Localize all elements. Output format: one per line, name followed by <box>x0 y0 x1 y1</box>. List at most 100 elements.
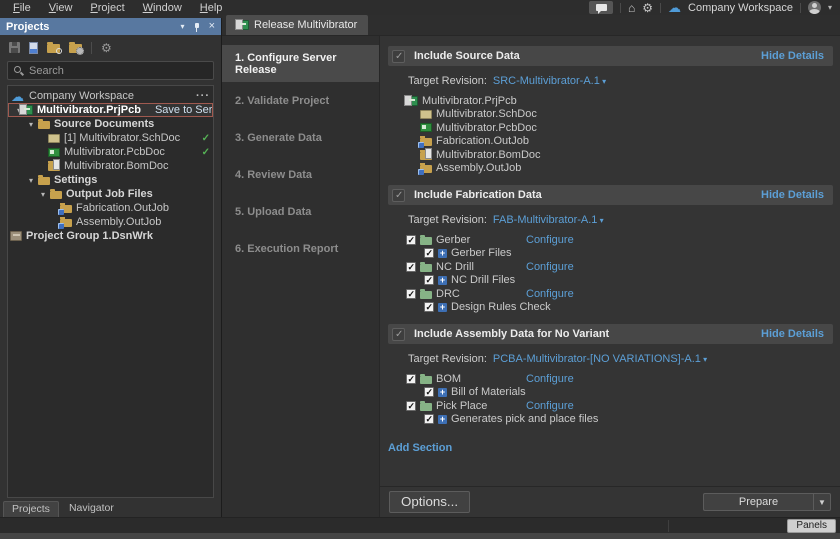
checkbox[interactable] <box>424 302 434 312</box>
chevron-down-icon[interactable]: ▾ <box>597 216 603 225</box>
configure-link[interactable]: Configure <box>526 234 574 246</box>
menu-view[interactable]: View <box>40 1 82 15</box>
tree-item[interactable]: ☁Company Workspace··· <box>8 89 213 103</box>
tree-item[interactable]: ▾Settings <box>8 173 213 187</box>
expander-icon[interactable]: ▾ <box>29 120 38 129</box>
chevron-down-icon[interactable]: ▾ <box>701 355 707 364</box>
output-row[interactable]: GerberConfigure <box>380 233 840 247</box>
output-row[interactable]: Gerber Files <box>380 247 840 261</box>
folder-search-icon[interactable] <box>47 44 60 53</box>
wizard-step[interactable]: 4. Review Data <box>222 156 379 193</box>
checkbox[interactable] <box>424 275 434 285</box>
output-row[interactable]: NC DrillConfigure <box>380 260 840 274</box>
output-row[interactable]: Generates pick and place files <box>380 413 840 427</box>
wizard-step[interactable]: 2. Validate Project <box>222 82 379 119</box>
output-row[interactable]: NC Drill Files <box>380 274 840 288</box>
panel-tab-navigator[interactable]: Navigator <box>61 501 122 516</box>
pin-icon[interactable] <box>193 22 201 32</box>
options-button[interactable]: Options... <box>389 491 470 513</box>
comments-button[interactable] <box>589 1 613 14</box>
output-row[interactable]: Pick PlaceConfigure <box>380 399 840 413</box>
panel-menu-icon[interactable]: ▾ <box>181 22 185 31</box>
tree-item[interactable]: [1] Multivibrator.SchDoc✓ <box>8 131 213 145</box>
source-file-row[interactable]: Fabrication.OutJob <box>380 135 840 149</box>
tree-item[interactable]: ▾Multivibrator.PrjPcbSave to Server <box>8 103 213 117</box>
avatar[interactable] <box>808 1 821 14</box>
save-to-server-label[interactable]: Save to Server <box>155 104 214 116</box>
open-document-icon[interactable] <box>29 42 38 54</box>
gear-icon[interactable]: ⚙ <box>642 2 653 14</box>
add-section-link[interactable]: Add Section <box>388 442 452 454</box>
expander-icon[interactable]: ▾ <box>41 190 50 199</box>
menu-help[interactable]: Help <box>191 1 232 15</box>
wizard-step[interactable]: 3. Generate Data <box>222 119 379 156</box>
checkbox[interactable] <box>424 248 434 258</box>
wizard-step[interactable]: 6. Execution Report <box>222 230 379 267</box>
projects-panel-header[interactable]: Projects ▾ × <box>0 18 221 35</box>
configure-link[interactable]: Configure <box>526 373 574 385</box>
hide-details-link[interactable]: Hide Details <box>761 50 824 62</box>
checkbox[interactable] <box>406 374 416 384</box>
section-header[interactable]: Include Source DataHide Details <box>388 46 833 66</box>
search-box[interactable] <box>7 61 214 80</box>
home-icon[interactable]: ⌂ <box>628 2 635 14</box>
tree-item[interactable]: Multivibrator.PcbDoc✓ <box>8 145 213 159</box>
menu-file[interactable]: File <box>4 1 40 15</box>
search-input[interactable] <box>29 65 207 77</box>
workspace-label[interactable]: Company Workspace <box>688 2 793 14</box>
chevron-down-icon[interactable]: ▾ <box>828 3 832 12</box>
section-checkbox[interactable] <box>392 328 405 341</box>
prepare-dropdown-icon[interactable]: ▼ <box>813 493 831 511</box>
checkbox[interactable] <box>424 414 434 424</box>
checkbox[interactable] <box>406 401 416 411</box>
panel-settings-icon[interactable]: ⚙ <box>101 42 112 54</box>
output-group-icon <box>420 376 432 384</box>
source-file-row[interactable]: Multivibrator.BomDoc <box>380 148 840 162</box>
output-row[interactable]: BOMConfigure <box>380 372 840 386</box>
output-row[interactable]: DRCConfigure <box>380 287 840 301</box>
target-revision-value[interactable]: SRC-Multivibrator-A.1 <box>493 75 600 87</box>
more-options-icon[interactable]: ··· <box>196 90 210 102</box>
close-icon[interactable]: × <box>209 21 215 32</box>
menu-window[interactable]: Window <box>134 1 191 15</box>
section-checkbox[interactable] <box>392 189 405 202</box>
tree-item[interactable]: ▾Source Documents <box>8 117 213 131</box>
configure-link[interactable]: Configure <box>526 288 574 300</box>
tree-item-label: Assembly.OutJob <box>76 216 161 228</box>
wizard-step[interactable]: 1. Configure Server Release <box>222 45 379 82</box>
source-file-row[interactable]: Assembly.OutJob <box>380 162 840 176</box>
configure-link[interactable]: Configure <box>526 261 574 273</box>
section-header[interactable]: Include Assembly Data for No VariantHide… <box>388 324 833 344</box>
checkbox[interactable] <box>406 262 416 272</box>
panels-button[interactable]: Panels <box>787 519 836 533</box>
folder-settings-icon[interactable] <box>69 44 82 53</box>
checkbox[interactable] <box>406 235 416 245</box>
hide-details-link[interactable]: Hide Details <box>761 328 824 340</box>
source-file-row[interactable]: Multivibrator.SchDoc <box>380 108 840 122</box>
section-header[interactable]: Include Fabrication DataHide Details <box>388 185 833 205</box>
tree-item[interactable]: Project Group 1.DsnWrk <box>8 229 213 243</box>
tree-item[interactable]: Assembly.OutJob <box>8 215 213 229</box>
save-icon[interactable] <box>9 42 20 53</box>
chevron-down-icon[interactable]: ▾ <box>600 77 606 86</box>
wizard-step[interactable]: 5. Upload Data <box>222 193 379 230</box>
tree-item[interactable]: Fabrication.OutJob <box>8 201 213 215</box>
configure-link[interactable]: Configure <box>526 400 574 412</box>
hide-details-link[interactable]: Hide Details <box>761 189 824 201</box>
tab-release-multivibrator[interactable]: Release Multivibrator <box>226 15 368 35</box>
source-file-row[interactable]: Multivibrator.PcbDoc <box>380 121 840 135</box>
prepare-button[interactable]: Prepare <box>703 493 813 511</box>
expander-icon[interactable]: ▾ <box>29 176 38 185</box>
source-file-row[interactable]: Multivibrator.PrjPcb <box>380 94 840 108</box>
target-revision-value[interactable]: PCBA-Multivibrator-[NO VARIATIONS]-A.1 <box>493 353 701 365</box>
menu-project[interactable]: Project <box>81 1 133 15</box>
panel-tab-projects[interactable]: Projects <box>3 501 59 517</box>
tree-item[interactable]: ▾Output Job Files <box>8 187 213 201</box>
section-checkbox[interactable] <box>392 50 405 63</box>
checkbox[interactable] <box>406 289 416 299</box>
checkbox[interactable] <box>424 387 434 397</box>
output-row[interactable]: Bill of Materials <box>380 386 840 400</box>
target-revision-value[interactable]: FAB-Multivibrator-A.1 <box>493 214 598 226</box>
tree-item[interactable]: Multivibrator.BomDoc <box>8 159 213 173</box>
output-row[interactable]: Design Rules Check <box>380 301 840 315</box>
